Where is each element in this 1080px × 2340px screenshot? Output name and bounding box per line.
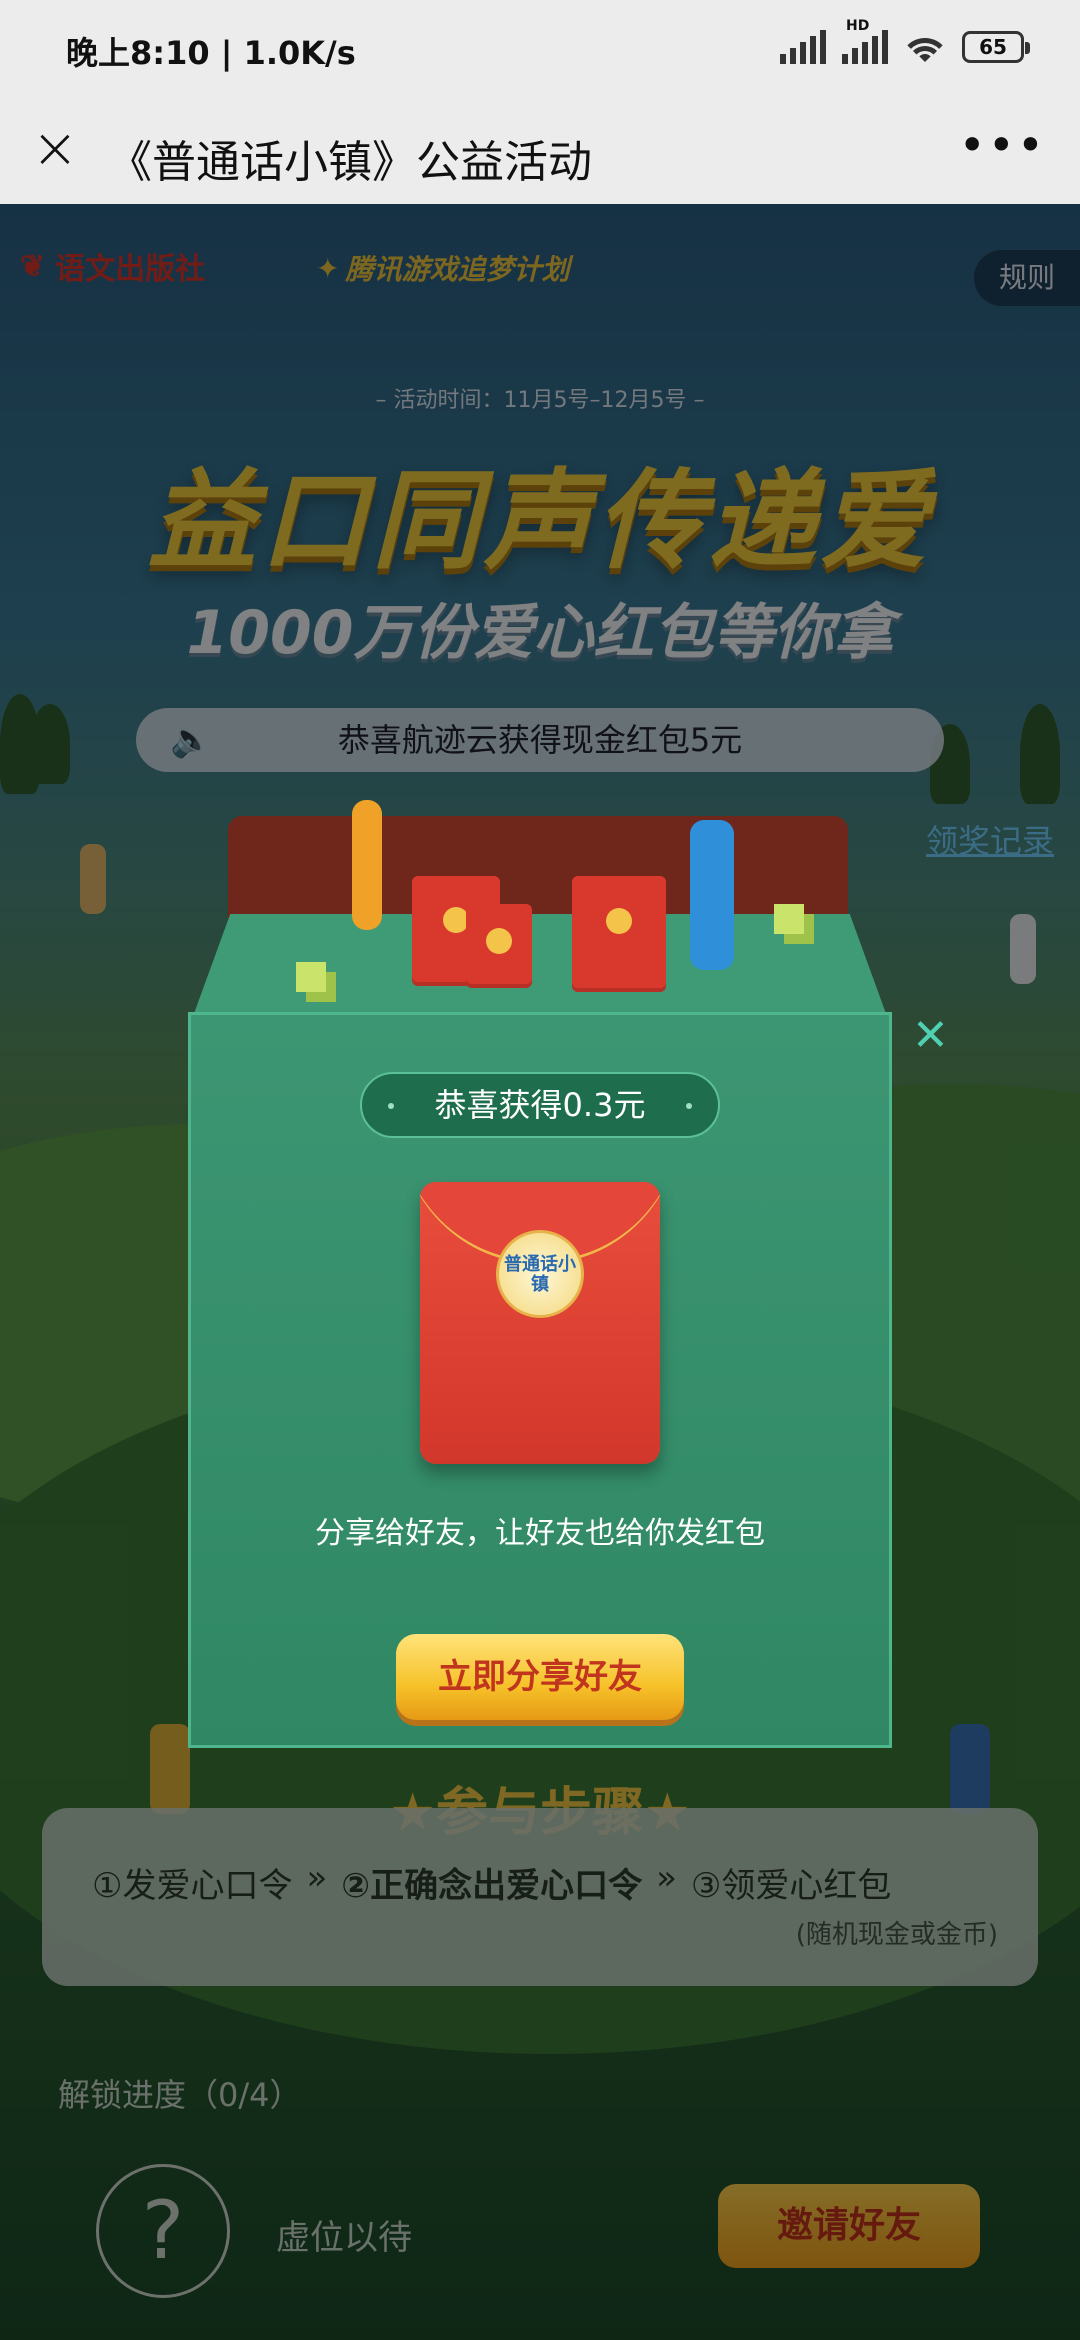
reward-badge: 恭喜获得0.3元: [360, 1072, 720, 1138]
cube-decoration: [774, 904, 804, 934]
wifi-icon: [904, 30, 946, 64]
signal-hd-icon: HD: [842, 18, 888, 64]
cube-decoration: [296, 962, 326, 992]
red-envelope[interactable]: 普通话小镇: [420, 1182, 660, 1464]
status-icons: HD 65: [780, 18, 1030, 64]
hd-label: HD: [846, 18, 870, 34]
jumping-boy-figure: [690, 820, 734, 970]
more-icon[interactable]: •••: [959, 118, 1046, 172]
share-hint: 分享给好友，让好友也给你发红包: [315, 1516, 765, 1551]
envelope-seal-logo: 普通话小镇: [496, 1230, 584, 1318]
close-icon[interactable]: ✕: [912, 1010, 949, 1061]
dancing-girl-figure: [352, 800, 382, 930]
page-title: 《普通话小镇》公益活动: [108, 137, 592, 188]
status-bar: 晚上8:10 | 1.0K/s HD 65: [0, 0, 1080, 100]
status-time: 晚上8:10 | 1.0K/s: [66, 34, 356, 72]
red-envelope-icon: [466, 904, 532, 988]
close-icon[interactable]: ×: [28, 121, 82, 177]
red-envelope-icon: [572, 876, 666, 992]
signal-icon: [780, 30, 826, 64]
title-bar: × 《普通话小镇》公益活动 •••: [0, 100, 1080, 204]
battery-icon: 65: [962, 31, 1030, 63]
share-friends-button[interactable]: 立即分享好友: [396, 1634, 684, 1720]
